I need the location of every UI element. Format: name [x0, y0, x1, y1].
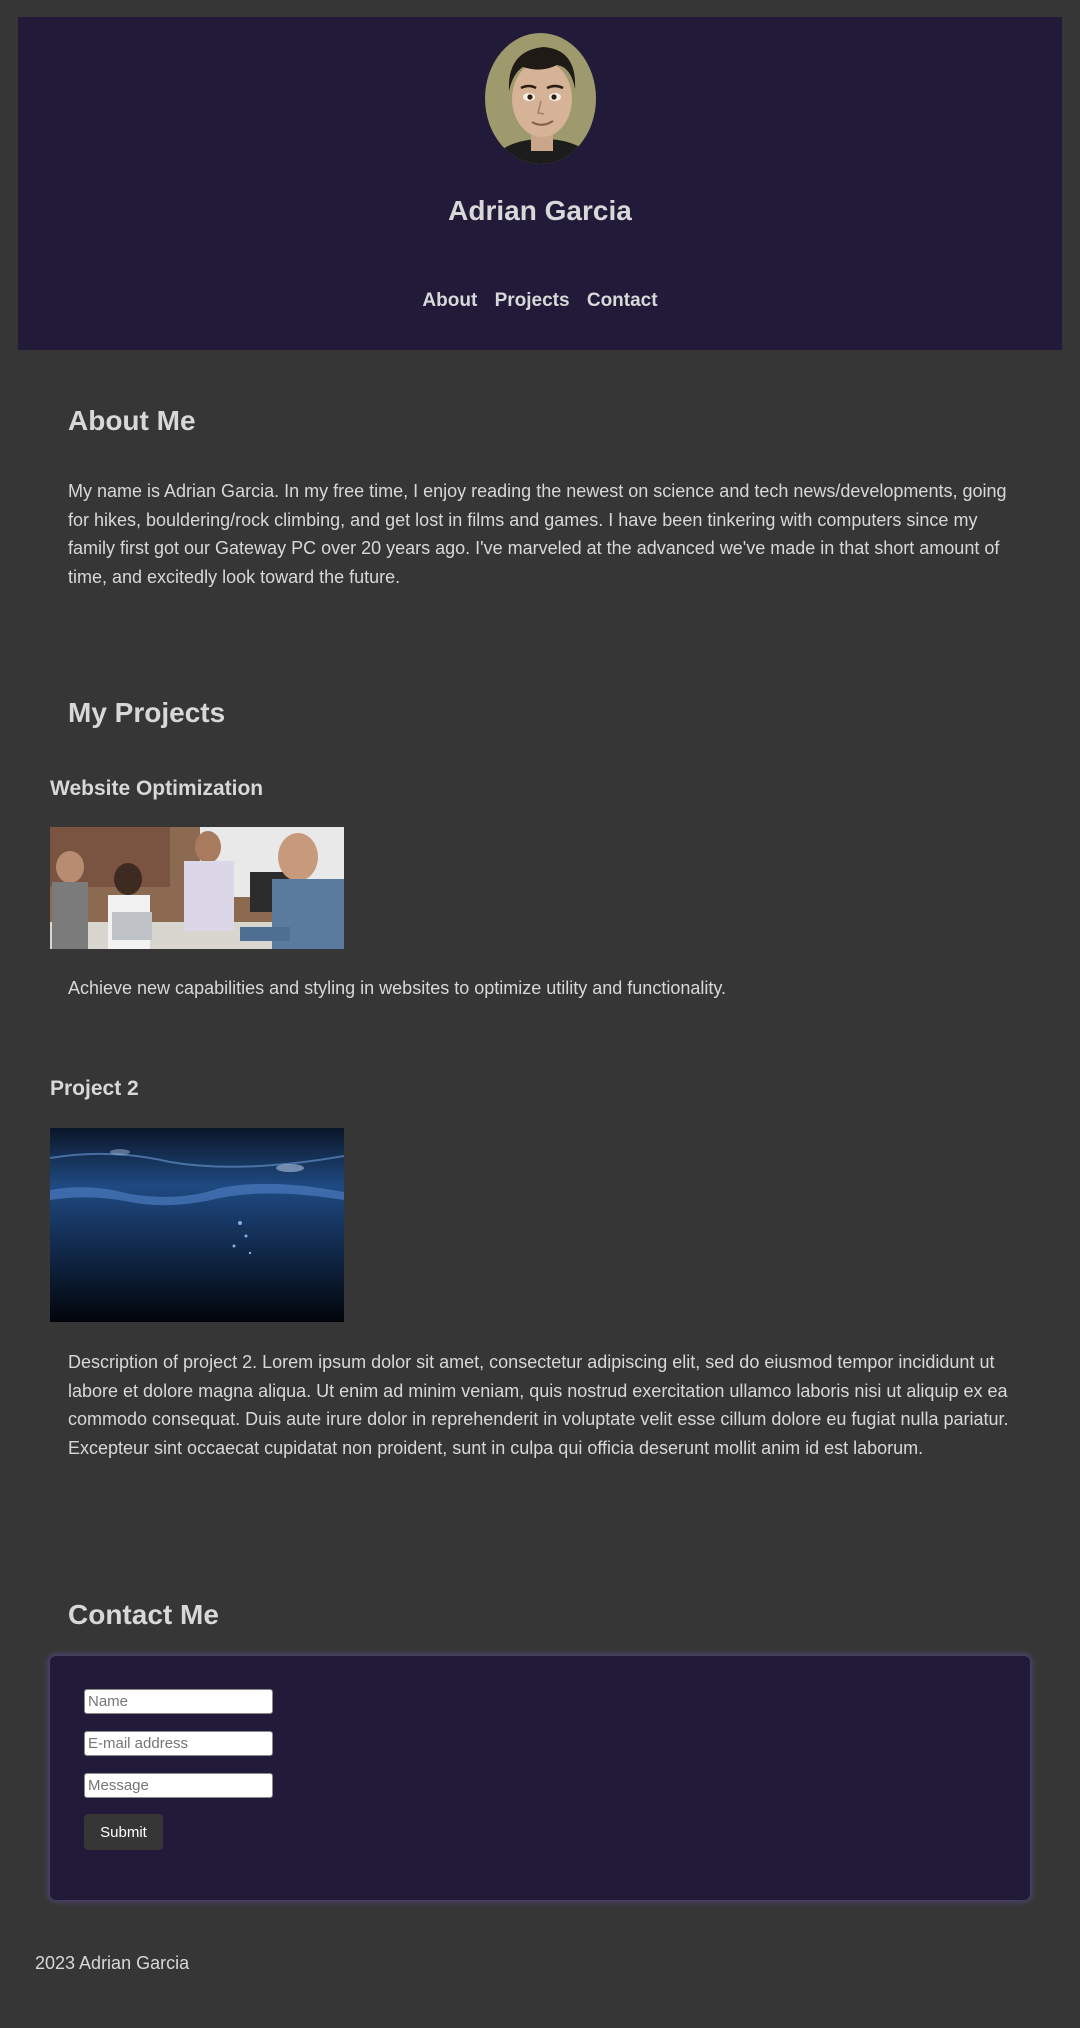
profile-photo: [485, 33, 596, 164]
email-input[interactable]: [84, 1731, 273, 1756]
main-nav: About Projects Contact: [18, 290, 1062, 312]
projects-heading: My Projects: [68, 697, 226, 728]
project-1-image: [50, 827, 344, 949]
footer-text: 2023 Adrian Garcia: [35, 1953, 190, 1973]
site-header: Adrian Garcia About Projects Contact: [18, 17, 1062, 350]
site-title: Adrian Garcia: [448, 195, 632, 226]
contact-heading: Contact Me: [68, 1599, 219, 1630]
project-1-description: Achieve new capabilities and styling in …: [68, 978, 727, 998]
message-input[interactable]: [84, 1773, 273, 1798]
nav-contact-link[interactable]: Contact: [587, 290, 658, 311]
submit-button[interactable]: Submit: [84, 1814, 163, 1850]
project-2-image: [50, 1128, 344, 1322]
nav-about-link[interactable]: About: [422, 290, 477, 311]
project-2-title: Project 2: [50, 1077, 139, 1100]
contact-form: Submit: [50, 1656, 1030, 1900]
about-heading: About Me: [68, 405, 196, 436]
nav-projects-link[interactable]: Projects: [495, 290, 570, 311]
project-2-description: Description of project 2. Lorem ipsum do…: [68, 1352, 1009, 1458]
name-input[interactable]: [84, 1689, 273, 1714]
project-1-title: Website Optimization: [50, 777, 264, 800]
about-text: My name is Adrian Garcia. In my free tim…: [68, 481, 1007, 587]
